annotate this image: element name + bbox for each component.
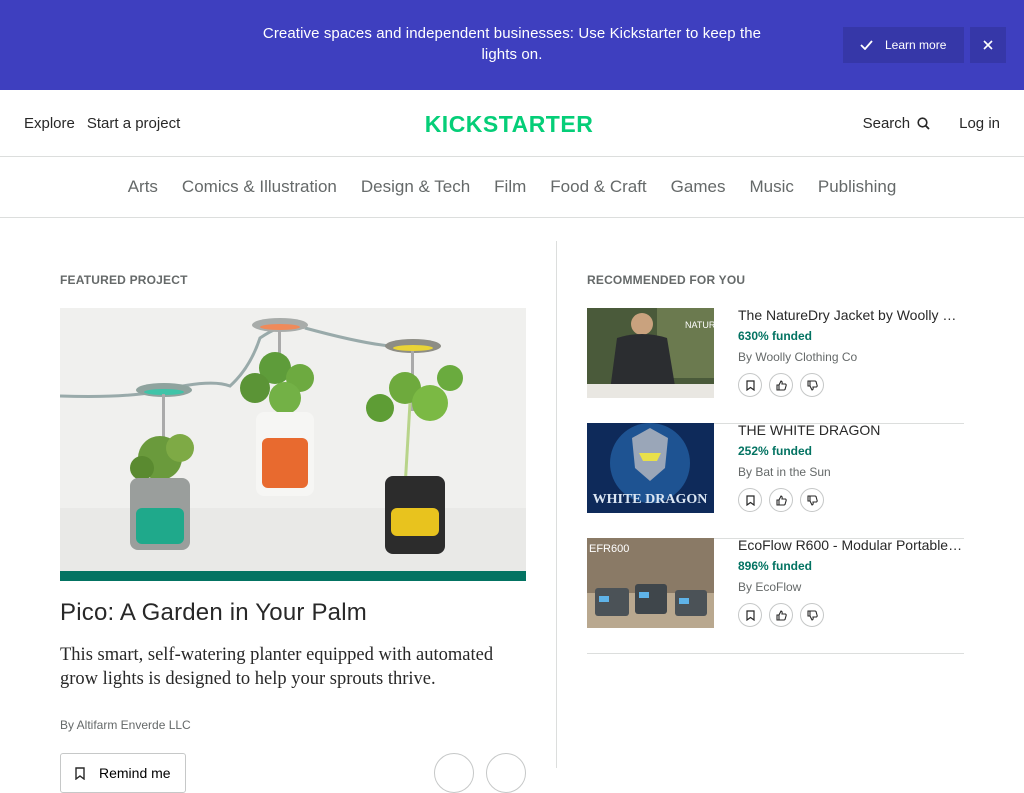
recommended-item: NATURE The NatureDry Jacket by Woolly Cl… [587,307,964,424]
category-film[interactable]: Film [494,177,526,197]
explore-link[interactable]: Explore [24,115,75,132]
funding-progress-fill [60,571,526,581]
funded-percent: 252% funded [738,444,813,458]
checkmark-icon [860,40,873,50]
bookmark-icon [745,379,755,391]
learn-more-label: Learn more [885,38,947,52]
learn-more-button[interactable]: Learn more [843,27,964,63]
jacket-photo: NATURE [587,308,714,398]
like-button[interactable] [434,753,474,793]
project-creator[interactable]: By EcoFlow [738,580,801,594]
bookmark-icon [745,494,755,506]
save-button[interactable] [738,488,762,512]
login-link[interactable]: Log in [959,115,1000,132]
category-publishing[interactable]: Publishing [818,177,896,197]
white-dragon-art: WHITE DRAGON [587,423,714,513]
project-title[interactable]: EcoFlow R600 - Modular Portable Power St… [738,537,964,553]
site-header: Explore Start a project KICKSTARTER Sear… [0,90,1024,157]
funded-percent: 630% funded [738,329,813,343]
bookmark-icon [745,609,755,621]
svg-text:EFR600: EFR600 [589,543,629,555]
funding-progress-bar [60,571,526,581]
project-creator[interactable]: By Woolly Clothing Co [738,350,857,364]
category-comics[interactable]: Comics & Illustration [182,177,337,197]
dislike-button[interactable] [486,753,526,793]
category-design-tech[interactable]: Design & Tech [361,177,470,197]
svg-text:KICKSTARTER: KICKSTARTER [425,111,594,135]
featured-image[interactable] [60,308,526,571]
dislike-button[interactable] [800,603,824,627]
banner-text: Creative spaces and independent business… [262,25,762,63]
like-button[interactable] [769,488,793,512]
save-button[interactable] [738,603,762,627]
project-thumbnail[interactable]: NATURE [587,308,714,398]
svg-text:NATURE: NATURE [685,320,714,330]
featured-title[interactable]: Pico: A Garden in Your Palm [60,599,367,627]
close-icon [983,40,993,50]
project-title[interactable]: THE WHITE DRAGON [738,422,964,438]
recommended-label: RECOMMENDED FOR YOU [587,273,746,287]
recommended-item: EFR600 EcoFlow R600 - Modular Portable P… [587,537,964,654]
svg-text:WHITE DRAGON: WHITE DRAGON [593,492,708,507]
project-thumbnail[interactable]: EFR600 [587,538,714,628]
category-nav: Arts Comics & Illustration Design & Tech… [0,157,1024,218]
search-button[interactable]: Search [863,115,931,132]
category-games[interactable]: Games [671,177,726,197]
thumbs-up-icon [775,379,787,391]
thumbs-up-icon [775,494,787,506]
recommended-item: WHITE DRAGON THE WHITE DRAGON 252% funde… [587,422,964,539]
project-creator[interactable]: By Bat in the Sun [738,465,831,479]
planter-photo [60,308,526,571]
like-button[interactable] [769,603,793,627]
search-label: Search [862,115,911,132]
kickstarter-logo[interactable]: KICKSTARTER [421,111,597,135]
category-arts[interactable]: Arts [128,177,158,197]
dislike-button[interactable] [800,488,824,512]
column-divider [556,241,557,768]
bookmark-icon [75,766,85,780]
thumbs-down-icon [806,494,818,506]
category-food-craft[interactable]: Food & Craft [550,177,646,197]
category-music[interactable]: Music [749,177,793,197]
featured-creator[interactable]: By Altifarm Enverde LLC [60,718,191,732]
power-station-photo: EFR600 [587,538,714,628]
close-banner-button[interactable] [970,27,1006,63]
thumbs-up-icon [775,609,787,621]
dislike-button[interactable] [800,373,824,397]
featured-description: This smart, self-watering planter equipp… [60,645,494,689]
search-icon [917,117,930,130]
thumbs-down-icon [806,609,818,621]
promo-banner: Creative spaces and independent business… [0,0,1024,90]
start-project-link[interactable]: Start a project [87,115,180,132]
funded-percent: 896% funded [738,559,813,573]
thumbs-down-icon [806,379,818,391]
remind-me-button[interactable]: Remind me [60,753,186,793]
like-button[interactable] [769,373,793,397]
remind-me-label: Remind me [99,765,171,781]
featured-label: FEATURED PROJECT [60,273,188,287]
project-thumbnail[interactable]: WHITE DRAGON [587,423,714,513]
save-button[interactable] [738,373,762,397]
project-title[interactable]: The NatureDry Jacket by Woolly Clothing … [738,307,964,323]
